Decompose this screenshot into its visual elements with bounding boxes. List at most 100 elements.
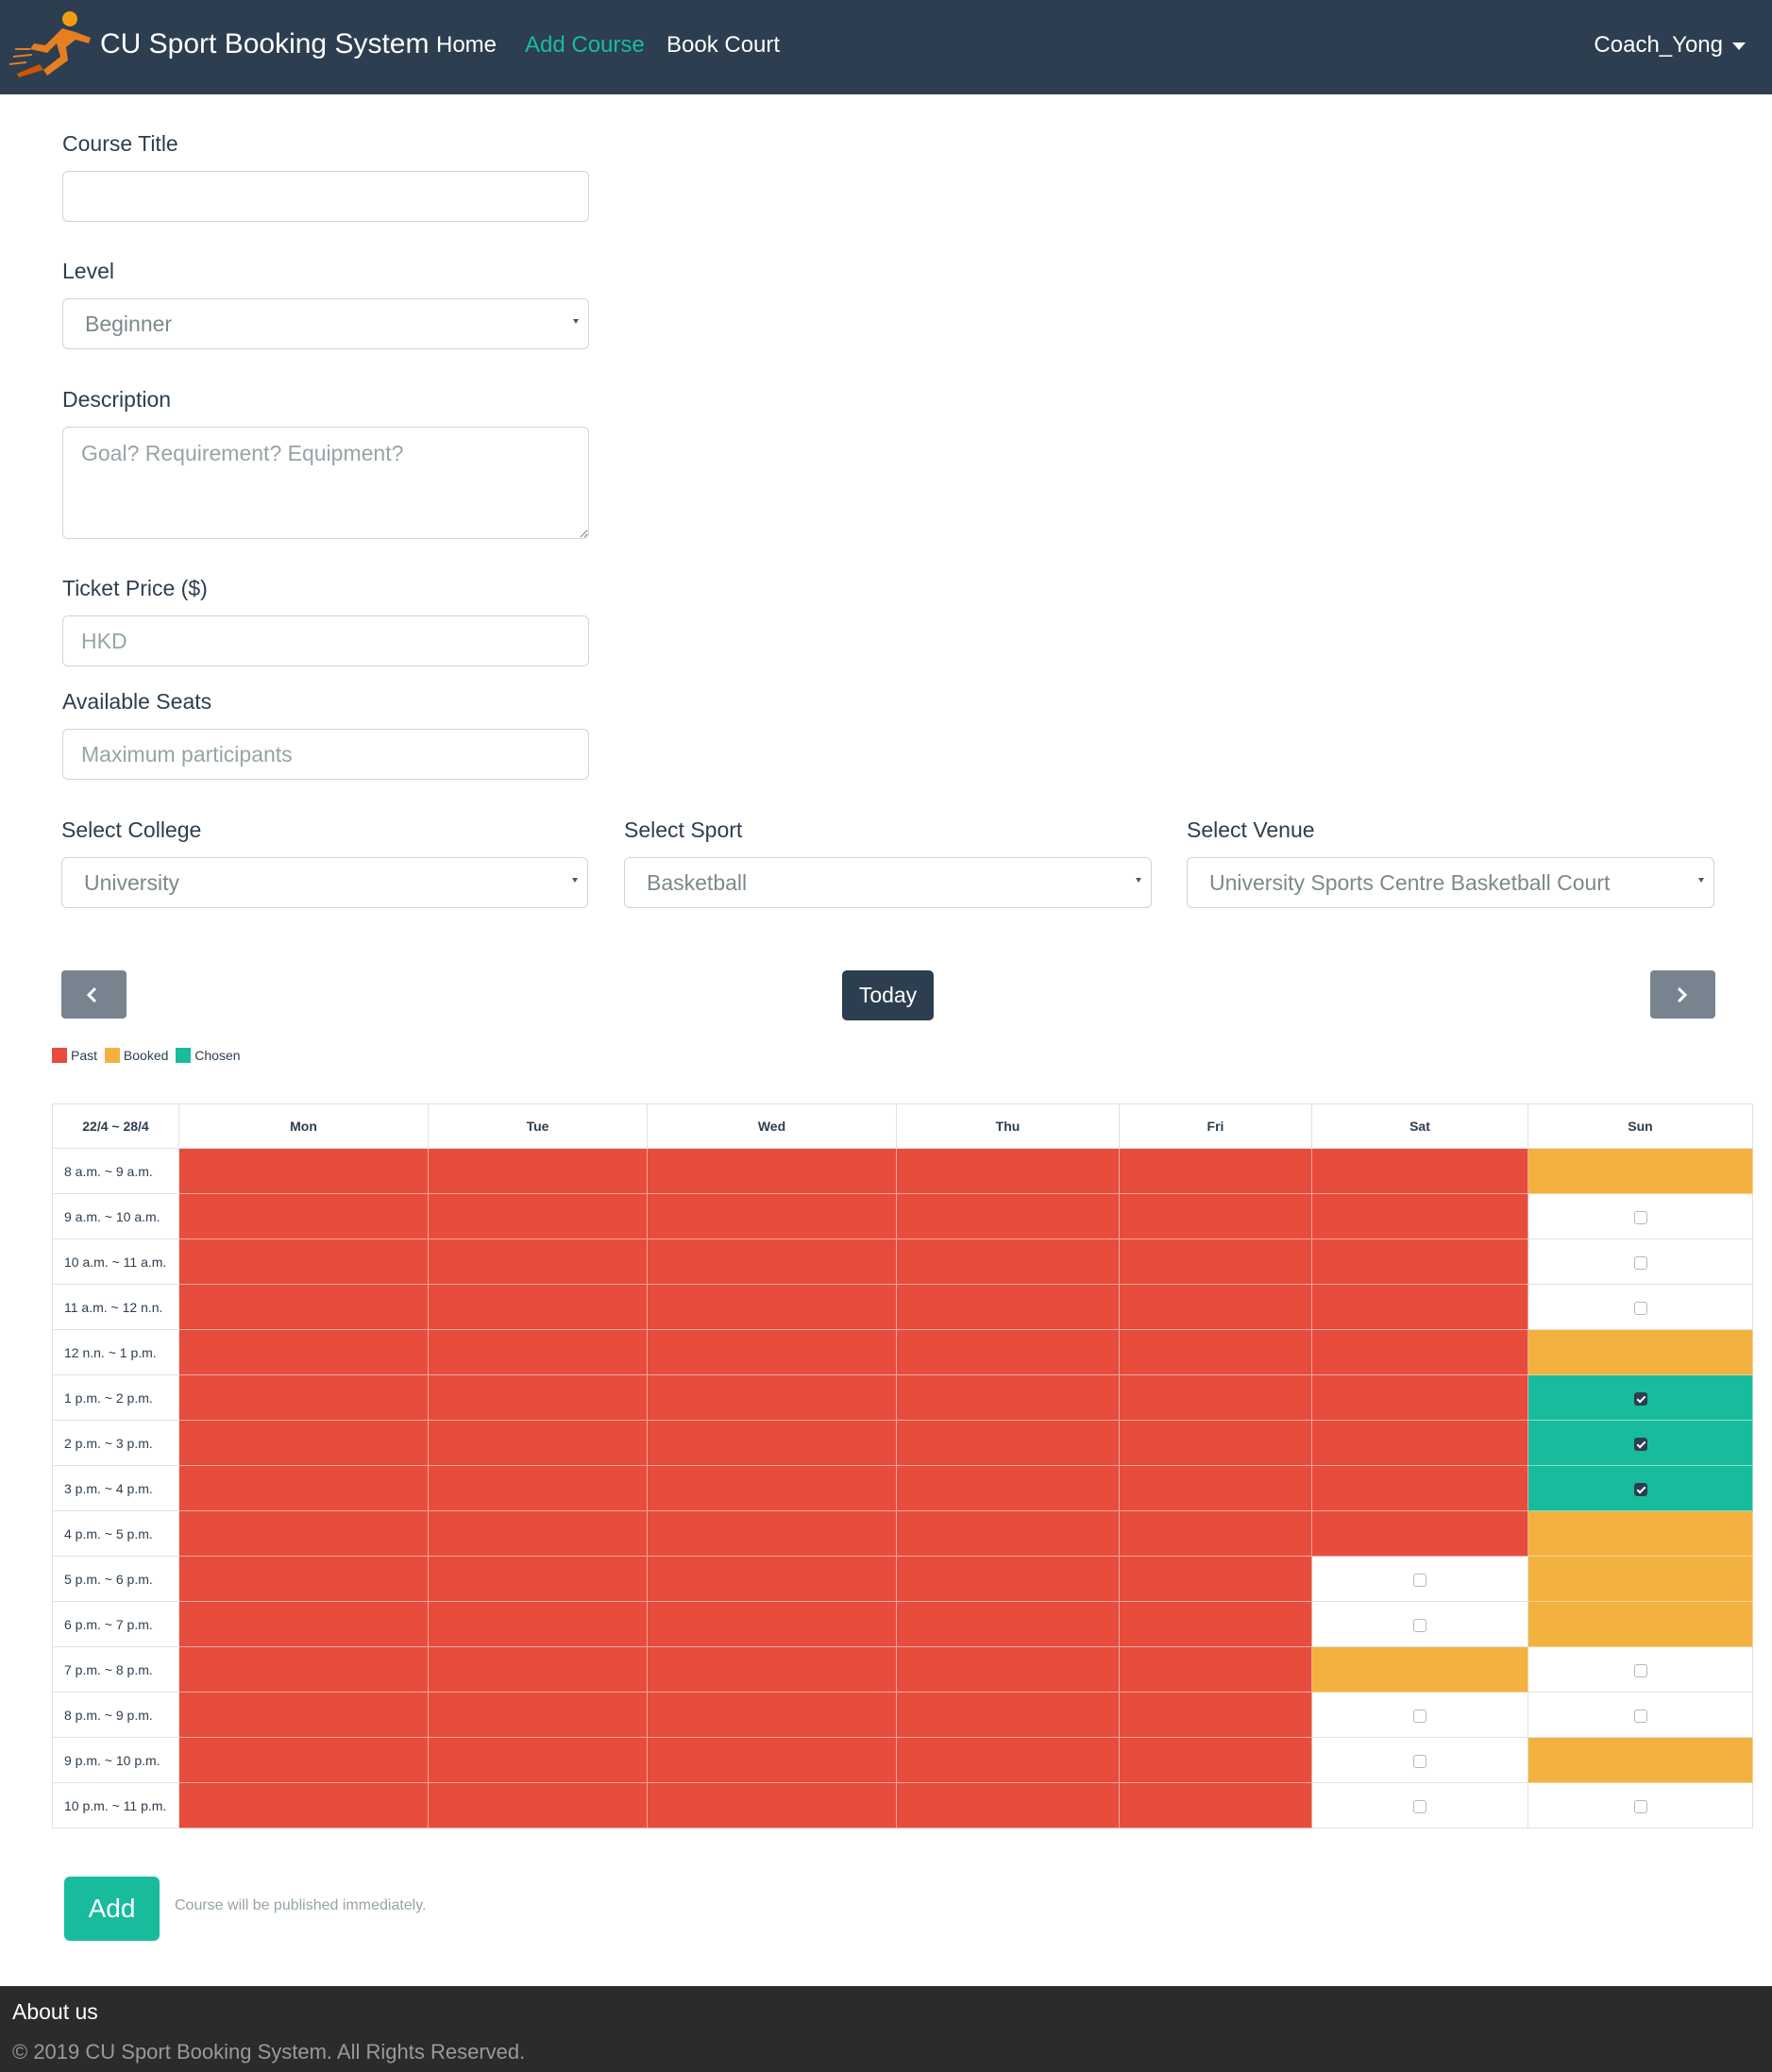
time-slot-label: 11 a.m. ~ 12 n.n.	[52, 1284, 179, 1330]
slot-cell-sun-chosen[interactable]	[1527, 1465, 1753, 1511]
slot-checkbox[interactable]	[1633, 1255, 1647, 1270]
time-slot-label: 2 p.m. ~ 3 p.m.	[52, 1420, 179, 1466]
slot-cell-thu-past	[896, 1692, 1120, 1738]
slot-cell-thu-past	[896, 1782, 1120, 1828]
slot-cell-sun-free[interactable]	[1527, 1646, 1753, 1693]
slot-checkbox-checked[interactable]	[1633, 1482, 1647, 1496]
slot-checkbox[interactable]	[1413, 1754, 1426, 1768]
nav-book-court-link[interactable]: Book Court	[667, 32, 780, 59]
slot-cell-sun-booked	[1527, 1329, 1753, 1375]
slot-cell-sat-free[interactable]	[1311, 1692, 1528, 1738]
slot-cell-wed-past	[647, 1556, 897, 1602]
venue-label: Select Venue	[1187, 817, 1315, 842]
slot-cell-tue-past	[428, 1465, 648, 1511]
slot-cell-thu-past	[896, 1284, 1120, 1330]
time-slot-row: 8 a.m. ~ 9 a.m.	[52, 1148, 1753, 1194]
slot-checkbox[interactable]	[1633, 1301, 1647, 1315]
calendar-header-row: 22/4 ~ 28/4 Mon Tue Wed Thu Fri Sat Sun	[52, 1103, 1753, 1149]
slot-cell-thu-past	[896, 1465, 1120, 1511]
slot-cell-thu-past	[896, 1510, 1120, 1557]
slot-checkbox-checked[interactable]	[1633, 1391, 1647, 1406]
nav-home-link[interactable]: Home	[436, 32, 497, 59]
next-week-button[interactable]	[1650, 970, 1715, 1019]
slot-cell-thu-past	[896, 1374, 1120, 1421]
slot-cell-tue-past	[428, 1329, 648, 1375]
slot-cell-wed-past	[647, 1148, 897, 1194]
slot-cell-sat-booked	[1311, 1646, 1528, 1693]
prev-week-button[interactable]	[61, 970, 127, 1019]
day-header-tue: Tue	[428, 1103, 648, 1149]
time-slot-label: 8 p.m. ~ 9 p.m.	[52, 1692, 179, 1738]
description-textarea[interactable]	[62, 427, 589, 539]
available-seats-input[interactable]	[62, 729, 589, 780]
slot-cell-tue-past	[428, 1284, 648, 1330]
slot-cell-sat-free[interactable]	[1311, 1782, 1528, 1828]
slot-cell-sun-chosen[interactable]	[1527, 1420, 1753, 1466]
slot-cell-sun-chosen[interactable]	[1527, 1374, 1753, 1421]
slot-cell-sun-free[interactable]	[1527, 1193, 1753, 1239]
sport-select[interactable]: Basketball	[624, 857, 1152, 908]
slot-cell-mon-past	[178, 1692, 429, 1738]
slot-cell-sat-free[interactable]	[1311, 1601, 1528, 1647]
slot-checkbox[interactable]	[1633, 1210, 1647, 1224]
add-course-button[interactable]: Add	[64, 1877, 160, 1941]
slot-checkbox[interactable]	[1633, 1799, 1647, 1813]
dropdown-arrow-icon	[1136, 878, 1141, 883]
copyright-text: © 2019 CU Sport Booking System. All Righ…	[12, 2040, 526, 2064]
slot-cell-fri-past	[1119, 1782, 1312, 1828]
time-slot-row: 4 p.m. ~ 5 p.m.	[52, 1510, 1753, 1557]
slot-cell-sat-free[interactable]	[1311, 1556, 1528, 1602]
day-header-fri: Fri	[1119, 1103, 1312, 1149]
time-slot-label: 7 p.m. ~ 8 p.m.	[52, 1646, 179, 1693]
time-slot-row: 5 p.m. ~ 6 p.m.	[52, 1556, 1753, 1602]
level-select[interactable]: Beginner	[62, 298, 589, 349]
time-slot-label: 9 p.m. ~ 10 p.m.	[52, 1737, 179, 1783]
ticket-price-input[interactable]	[62, 615, 589, 666]
slot-cell-sun-free[interactable]	[1527, 1284, 1753, 1330]
nav-add-course-link[interactable]: Add Course	[525, 32, 645, 59]
description-label: Description	[62, 387, 172, 412]
booking-calendar-table: 22/4 ~ 28/4 Mon Tue Wed Thu Fri Sat Sun …	[52, 1103, 1753, 1828]
slot-cell-fri-past	[1119, 1329, 1312, 1375]
slot-cell-mon-past	[178, 1737, 429, 1783]
slot-cell-sat-past	[1311, 1193, 1528, 1239]
legend-swatch-chosen	[176, 1048, 192, 1063]
slot-cell-sat-past	[1311, 1420, 1528, 1466]
time-slot-row: 1 p.m. ~ 2 p.m.	[52, 1374, 1753, 1421]
slot-cell-wed-past	[647, 1692, 897, 1738]
venue-select[interactable]: University Sports Centre Basketball Cour…	[1187, 857, 1714, 908]
slot-cell-wed-past	[647, 1284, 897, 1330]
course-title-input[interactable]	[62, 171, 589, 222]
user-dropdown[interactable]: Coach_Yong	[1594, 32, 1746, 59]
level-label: Level	[62, 259, 114, 283]
slot-cell-mon-past	[178, 1601, 429, 1647]
slot-checkbox[interactable]	[1633, 1709, 1647, 1723]
slot-cell-thu-past	[896, 1737, 1120, 1783]
day-header-wed: Wed	[647, 1103, 897, 1149]
time-slot-row: 3 p.m. ~ 4 p.m.	[52, 1465, 1753, 1511]
slot-cell-sat-free[interactable]	[1311, 1737, 1528, 1783]
brand-title[interactable]: CU Sport Booking System	[100, 28, 429, 60]
slot-checkbox-checked[interactable]	[1633, 1437, 1647, 1451]
college-select[interactable]: University	[61, 857, 588, 908]
slot-checkbox[interactable]	[1413, 1709, 1426, 1723]
slot-cell-wed-past	[647, 1510, 897, 1557]
slot-cell-mon-past	[178, 1193, 429, 1239]
slot-cell-wed-past	[647, 1601, 897, 1647]
slot-cell-sun-free[interactable]	[1527, 1238, 1753, 1285]
slot-checkbox[interactable]	[1633, 1663, 1647, 1677]
slot-checkbox[interactable]	[1413, 1573, 1426, 1587]
slot-cell-fri-past	[1119, 1601, 1312, 1647]
slot-checkbox[interactable]	[1413, 1799, 1426, 1813]
day-header-mon: Mon	[178, 1103, 429, 1149]
caret-down-icon	[1732, 42, 1746, 50]
today-button[interactable]: Today	[842, 970, 934, 1020]
slot-cell-sun-free[interactable]	[1527, 1782, 1753, 1828]
slot-checkbox[interactable]	[1413, 1618, 1426, 1632]
runner-logo-icon[interactable]	[6, 8, 100, 83]
slot-cell-tue-past	[428, 1148, 648, 1194]
slot-cell-sat-past	[1311, 1238, 1528, 1285]
about-us-link[interactable]: About us	[12, 1999, 98, 2025]
slot-cell-fri-past	[1119, 1148, 1312, 1194]
slot-cell-sun-free[interactable]	[1527, 1692, 1753, 1738]
